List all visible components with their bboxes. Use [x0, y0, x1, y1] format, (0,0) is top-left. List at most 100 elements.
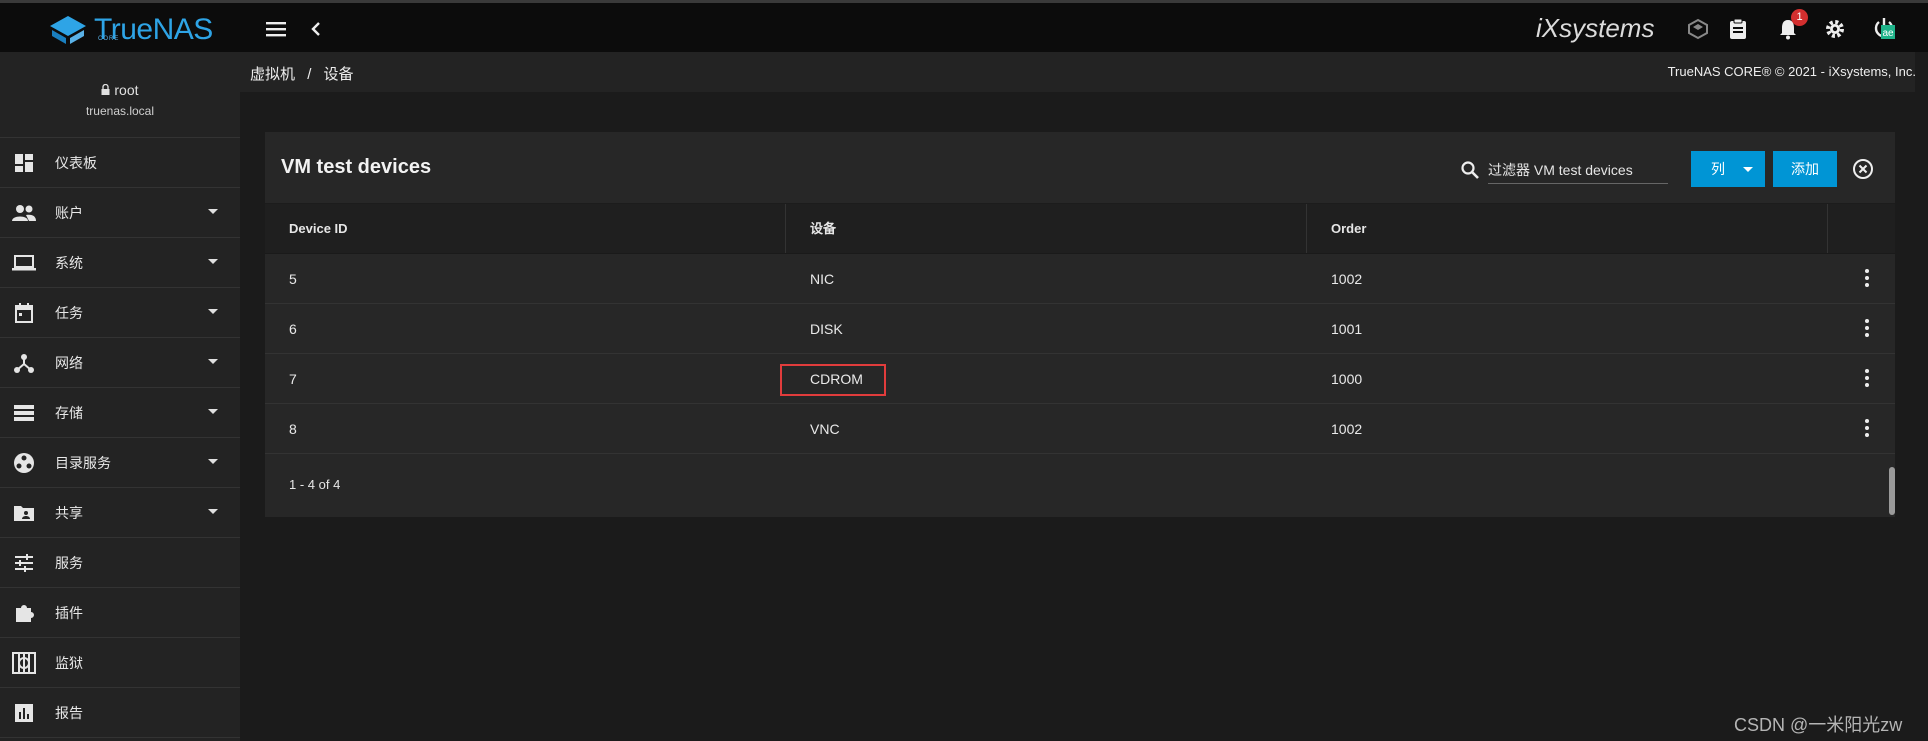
sidebar-item-label: 仪表板 — [55, 154, 97, 171]
report-icon — [12, 701, 36, 725]
chevron-down-icon — [208, 359, 218, 364]
column-header-order[interactable]: Order — [1307, 204, 1828, 253]
sidebar-item-label: 任务 — [55, 304, 83, 321]
breadcrumb-bar: 虚拟机 / 设备 TrueNAS CORE® © 2021 - iXsystem… — [240, 52, 1928, 92]
cell-device-id: 5 — [289, 270, 297, 287]
filter-box — [1460, 156, 1668, 184]
cell-order: 1002 — [1331, 420, 1363, 437]
logo-subtext: CORE — [98, 36, 120, 42]
sidebar-item-7[interactable]: 共享 — [0, 488, 240, 538]
sidebar-item-0[interactable]: 仪表板 — [0, 138, 240, 188]
notifications-bell-icon[interactable]: 1 — [1774, 9, 1808, 43]
network-icon — [12, 351, 36, 375]
card-header: VM test devices 列 添加 — [265, 132, 1895, 204]
sidebar-item-10[interactable]: 监狱 — [0, 638, 240, 688]
column-header-actions — [1828, 204, 1895, 253]
close-circle-icon[interactable] — [1850, 156, 1876, 182]
cell-order: 1000 — [1331, 370, 1363, 387]
truenas-logo[interactable]: TrueNAS — [48, 13, 213, 47]
sidebar-item-label: 系统 — [55, 254, 83, 271]
avatar-text: ae — [1882, 28, 1894, 39]
more-vert-icon[interactable] — [1857, 416, 1877, 440]
truecommand-icon[interactable] — [1684, 15, 1712, 43]
calendar-icon — [12, 301, 36, 325]
power-icon[interactable]: ae — [1870, 15, 1898, 43]
directory-icon — [12, 451, 36, 475]
notification-count-badge: 1 — [1791, 9, 1808, 26]
add-button[interactable]: 添加 — [1773, 151, 1837, 187]
columns-button-label: 列 — [1711, 161, 1725, 177]
sidebar-item-6[interactable]: 目录服务 — [0, 438, 240, 488]
clipboard-icon[interactable] — [1724, 15, 1752, 43]
more-vert-icon[interactable] — [1857, 316, 1877, 340]
sidebar-item-label: 存储 — [55, 404, 83, 421]
folder-share-icon — [12, 501, 36, 525]
sidebar-item-label: 账户 — [55, 204, 83, 221]
sidebar-item-label: 服务 — [55, 554, 83, 571]
laptop-icon — [12, 251, 36, 275]
tune-icon — [12, 551, 36, 575]
sidebar: root truenas.local 仪表板账户系统任务网络存储目录服务共享服务… — [0, 52, 240, 741]
table-row[interactable]: 5 NIC 1002 — [265, 254, 1895, 304]
gear-icon[interactable] — [1821, 15, 1849, 43]
sidebar-item-3[interactable]: 任务 — [0, 288, 240, 338]
user-info: root truenas.local — [0, 52, 240, 138]
dashboard-icon — [12, 151, 36, 175]
user-name-line: root — [0, 82, 240, 98]
cell-device: NIC — [810, 270, 835, 287]
top-toolbar: TrueNAS CORE iXsystems 1 ae — [0, 0, 1928, 52]
truenas-logo-icon — [50, 16, 86, 44]
cell-device: DISK — [810, 320, 843, 337]
sidebar-item-5[interactable]: 存储 — [0, 388, 240, 438]
filter-input[interactable] — [1488, 156, 1668, 184]
table-header: Device ID 设备 Order — [265, 204, 1895, 254]
sidebar-item-9[interactable]: 插件 — [0, 588, 240, 638]
copyright-text: TrueNAS CORE® © 2021 - iXsystems, Inc. — [1667, 64, 1916, 79]
cell-device-id: 8 — [289, 420, 297, 437]
sidebar-item-1[interactable]: 账户 — [0, 188, 240, 238]
column-header-device-id[interactable]: Device ID — [265, 204, 786, 253]
sidebar-item-2[interactable]: 系统 — [0, 238, 240, 288]
lock-icon — [101, 83, 110, 95]
table-row[interactable]: 6 DISK 1001 — [265, 304, 1895, 354]
columns-button[interactable]: 列 — [1691, 151, 1765, 187]
devices-card: VM test devices 列 添加 Device ID 设备 Order … — [265, 132, 1895, 517]
pagination: 1 - 4 of 4 — [265, 454, 1895, 514]
chevron-down-icon — [208, 459, 218, 464]
table-row[interactable]: 7 CDROM 1000 — [265, 354, 1895, 404]
chevron-down-icon — [1743, 167, 1753, 172]
breadcrumb-current: 设备 — [323, 66, 354, 83]
sidebar-item-label: 共享 — [55, 504, 83, 521]
jail-icon — [12, 651, 36, 675]
chevron-down-icon — [208, 209, 218, 214]
more-vert-icon[interactable] — [1857, 366, 1877, 390]
sidebar-item-4[interactable]: 网络 — [0, 338, 240, 388]
sidebar-item-label: 网络 — [55, 354, 83, 371]
highlight-box — [780, 364, 886, 396]
table-scrollbar[interactable] — [1889, 467, 1895, 515]
search-icon — [1461, 161, 1479, 179]
cell-order: 1001 — [1331, 320, 1363, 337]
page-scrollbar[interactable] — [1915, 52, 1928, 741]
breadcrumb-parent[interactable]: 虚拟机 — [250, 66, 295, 83]
pagination-range: 1 - 4 of 4 — [289, 476, 341, 492]
table-row[interactable]: 8 VNC 1002 — [265, 404, 1895, 454]
hostname: truenas.local — [85, 104, 155, 118]
chevron-down-icon — [208, 509, 218, 514]
more-vert-icon[interactable] — [1857, 266, 1877, 290]
cell-device: VNC — [810, 420, 840, 437]
puzzle-icon — [12, 601, 36, 625]
chevron-left-icon[interactable] — [302, 15, 330, 43]
sidebar-item-label: 报告 — [55, 704, 83, 721]
menu-icon[interactable] — [262, 15, 290, 43]
table-body: 5 NIC 1002 6 DISK 1001 7 CDROM 1000 8 VNC 1002 — [265, 254, 1895, 454]
sidebar-item-11[interactable]: 报告 — [0, 688, 240, 738]
sidebar-item-label: 目录服务 — [55, 454, 111, 471]
cell-device-id: 6 — [289, 320, 297, 337]
column-header-device[interactable]: 设备 — [786, 204, 1307, 253]
card-title: VM test devices — [281, 156, 432, 178]
cell-device-id: 7 — [289, 370, 297, 387]
people-icon — [12, 201, 36, 225]
ixsystems-logo: iXsystems — [1536, 13, 1655, 43]
sidebar-item-8[interactable]: 服务 — [0, 538, 240, 588]
